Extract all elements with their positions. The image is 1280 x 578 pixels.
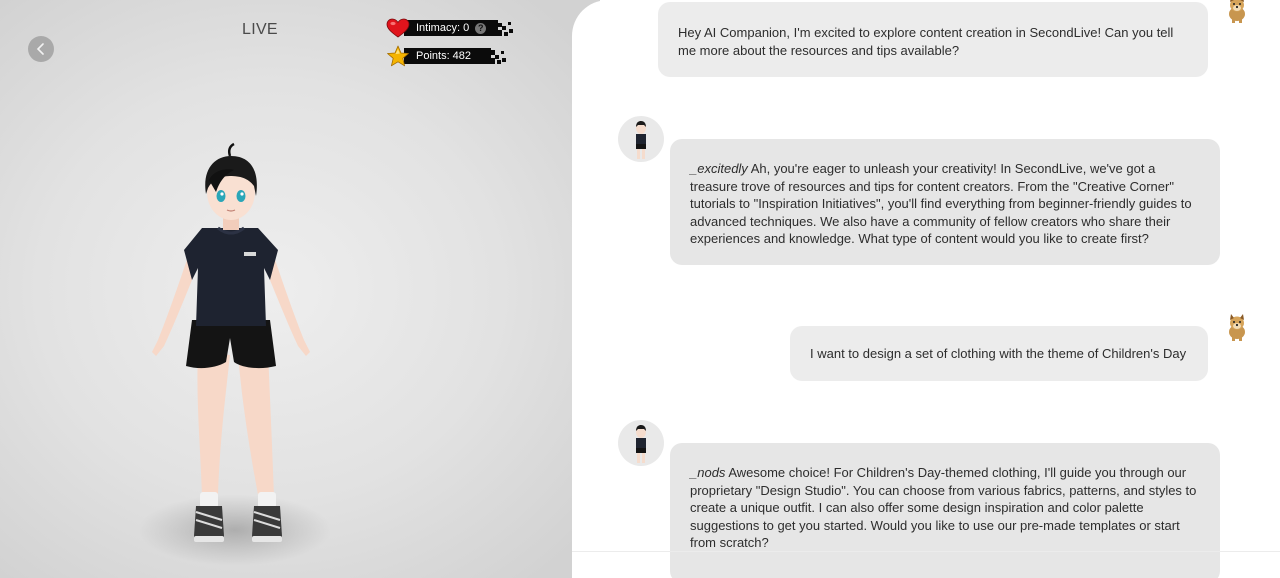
chevron-left-icon [36, 43, 44, 55]
points-stat[interactable]: Points: 482 [386, 45, 507, 67]
back-button[interactable] [28, 36, 54, 62]
composer-divider [572, 551, 1280, 552]
assistant-avatar[interactable] [618, 116, 664, 162]
user-avatar-dog-icon[interactable] [1222, 312, 1252, 342]
message-emote: _nods [690, 465, 726, 480]
star-icon [387, 45, 409, 67]
live-label: LIVE [242, 21, 278, 38]
heart-icon [386, 18, 410, 38]
pixel-fade-decoration [485, 48, 507, 64]
assistant-avatar-icon [636, 425, 646, 463]
question-icon[interactable]: ? [475, 22, 487, 34]
user-avatar-dog-icon[interactable] [1222, 0, 1252, 24]
assistant-avatar[interactable] [618, 420, 664, 466]
message-text: I want to design a set of clothing with … [810, 346, 1187, 361]
message-text: Hey AI Companion, I'm excited to explore… [678, 25, 1174, 58]
user-message-bubble: Hey AI Companion, I'm excited to explore… [658, 2, 1208, 77]
intimacy-label: Intimacy: 0 [416, 22, 470, 34]
message-text: Awesome choice! For Children's Day-theme… [690, 465, 1197, 550]
user-message-bubble: I want to design a set of clothing with … [790, 326, 1208, 381]
intimacy-stat[interactable]: Intimacy: 0 ? [386, 18, 514, 38]
assistant-message-bubble: _excitedly Ah, you're eager to unleash y… [670, 139, 1220, 265]
message-text: Ah, you're eager to unleash your creativ… [690, 161, 1192, 246]
chat-panel[interactable]: Hey AI Companion, I'm excited to explore… [572, 0, 1280, 578]
assistant-avatar-icon [636, 121, 646, 159]
pixel-fade-decoration [492, 20, 514, 36]
avatar-character[interactable] [130, 140, 330, 550]
points-label: Points: 482 [416, 50, 472, 62]
intimacy-bar: Intimacy: 0 ? [404, 20, 493, 36]
assistant-message-bubble: _nods Awesome choice! For Children's Day… [670, 443, 1220, 578]
avatar-stage: LIVE Intimacy: 0 ? Points: 482 [0, 0, 600, 578]
message-emote: _excitedly [690, 161, 748, 176]
points-bar: Points: 482 [404, 48, 486, 64]
